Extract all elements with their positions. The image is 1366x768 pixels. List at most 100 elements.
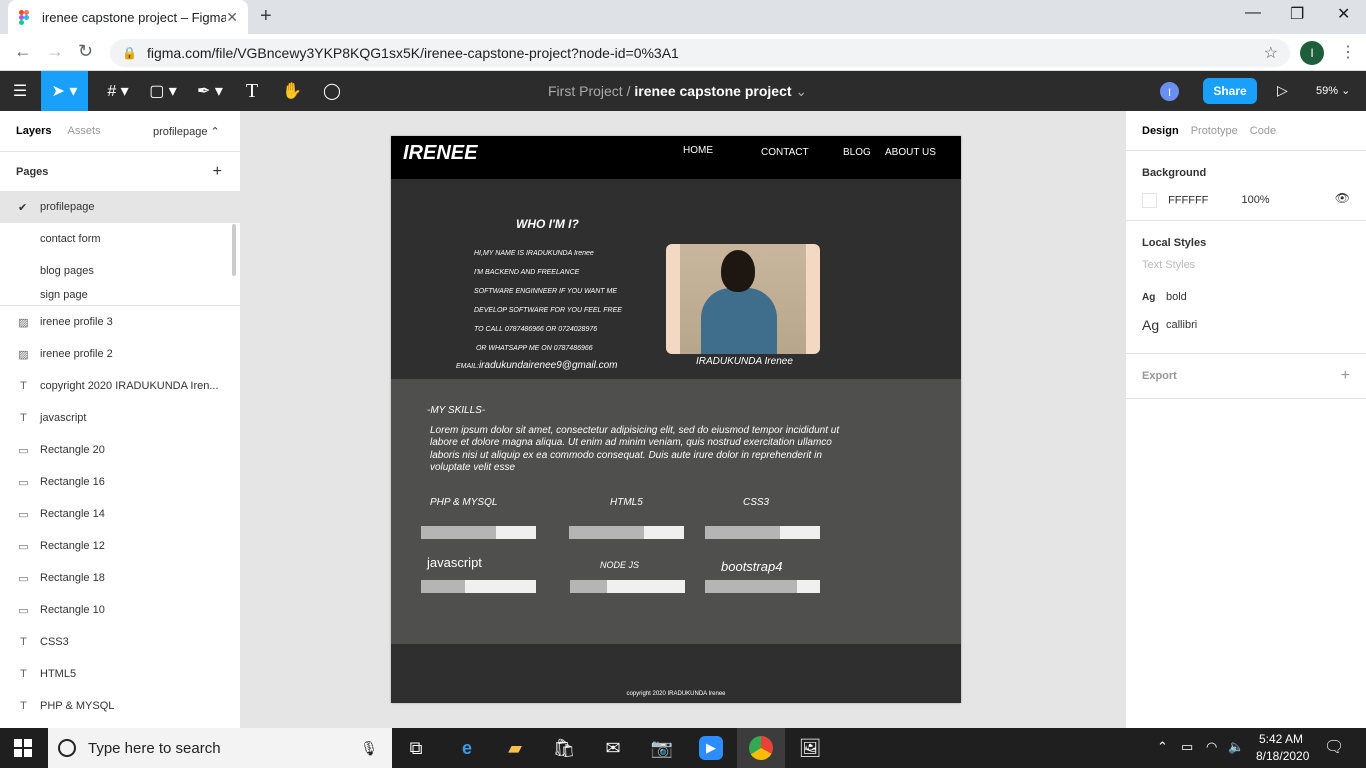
battery-icon[interactable]: ▭ bbox=[1181, 739, 1193, 755]
tab-layers[interactable]: Layers bbox=[16, 125, 51, 137]
tab-code[interactable]: Code bbox=[1250, 125, 1276, 137]
page-item-contact-form[interactable]: contact form bbox=[0, 223, 240, 255]
background-opacity[interactable]: 100% bbox=[1241, 194, 1269, 206]
browser-menu-icon[interactable]: ⋮ bbox=[1340, 42, 1356, 62]
design-frame[interactable]: IRENEE HOME CONTACT BLOG ABOUT US WHO I'… bbox=[391, 136, 961, 703]
file-explorer-icon[interactable]: ▰ bbox=[503, 736, 527, 760]
pen-tool-icon[interactable]: ✒ ▾ bbox=[192, 71, 228, 111]
style-item[interactable]: Ag callibri bbox=[1142, 317, 1350, 333]
comment-tool-icon[interactable]: ◯ bbox=[320, 71, 344, 111]
add-page-icon[interactable]: + bbox=[213, 163, 222, 181]
clock[interactable]: 5:42 AM 8/18/2020 bbox=[1256, 731, 1309, 765]
zoom-dropdown[interactable]: 59% ⌄ bbox=[1316, 84, 1350, 97]
layer-row[interactable]: ▭ Rectangle 16 bbox=[0, 466, 240, 498]
windows-taskbar: Type here to search 🎙 ⧉ e ▰ 🛍 ✉ 📷 ▶ 🖼 ⌃ … bbox=[0, 728, 1366, 768]
page-item-sign-page[interactable]: sign page bbox=[0, 287, 240, 301]
notifications-icon[interactable]: 🗨 bbox=[1324, 737, 1344, 757]
nav-contact[interactable]: CONTACT bbox=[761, 147, 809, 158]
page-selector[interactable]: profilepage ⌃ bbox=[153, 125, 220, 138]
nav-about-us[interactable]: ABOUT US bbox=[885, 147, 936, 158]
move-tool-icon[interactable]: ➤ ▾ bbox=[41, 71, 88, 111]
background-swatch[interactable] bbox=[1142, 193, 1157, 208]
back-icon[interactable]: ← bbox=[14, 41, 32, 62]
layer-row[interactable]: ▭ Rectangle 10 bbox=[0, 594, 240, 626]
pages-scrollbar[interactable] bbox=[232, 224, 236, 276]
layer-row[interactable]: ▭ Rectangle 12 bbox=[0, 530, 240, 562]
window-close-icon[interactable]: ✕ bbox=[1337, 4, 1350, 24]
hand-tool-icon[interactable]: ✋ bbox=[280, 71, 304, 111]
bookmark-star-icon[interactable]: ☆ bbox=[1264, 43, 1278, 63]
skill-bar-fill bbox=[421, 580, 465, 593]
site-footer[interactable]: copyright 2020 IRADUKUNDA Irenee bbox=[391, 644, 961, 703]
shape-tool-icon[interactable]: ▢ ▾ bbox=[144, 71, 182, 111]
task-view-icon[interactable]: ⧉ bbox=[404, 736, 428, 760]
photos-icon[interactable]: 🖼 bbox=[798, 736, 822, 760]
minimize-icon[interactable]: — bbox=[1245, 4, 1261, 22]
layer-row[interactable]: T HTML5 bbox=[0, 658, 240, 690]
layer-row[interactable]: Tcopyright 2020 IRADUKUNDA Iren... bbox=[0, 370, 240, 402]
url-field[interactable]: 🔒 figma.com/file/VGBncewy3YKP8KQG1sx5K/i… bbox=[110, 39, 1290, 67]
layer-row[interactable]: ▨ irenee profile 2 bbox=[0, 338, 240, 370]
profile-photo[interactable] bbox=[666, 244, 820, 354]
main-menu-icon[interactable]: ☰ bbox=[8, 71, 32, 111]
page-item-blog-pages[interactable]: blog pages bbox=[0, 255, 240, 287]
text-tool-icon[interactable]: T bbox=[240, 71, 264, 111]
browser-tab[interactable]: irenee capstone project – Figma ✕ bbox=[8, 0, 248, 34]
add-export-icon[interactable]: + bbox=[1341, 368, 1350, 384]
image-icon: ▨ bbox=[18, 316, 29, 329]
skill-bar[interactable] bbox=[570, 580, 685, 593]
mail-icon[interactable]: ✉ bbox=[601, 736, 625, 760]
nav-blog[interactable]: BLOG bbox=[843, 147, 871, 158]
skill-bar[interactable] bbox=[421, 580, 536, 593]
forward-icon[interactable]: → bbox=[46, 41, 64, 62]
windows-start-icon[interactable] bbox=[14, 739, 32, 757]
microphone-icon[interactable]: 🎙 bbox=[360, 740, 378, 757]
canvas[interactable]: IRENEE HOME CONTACT BLOG ABOUT US WHO I'… bbox=[241, 111, 1125, 728]
page-item-profilepage[interactable]: ✔ profilepage bbox=[0, 191, 240, 223]
tab-assets[interactable]: Assets bbox=[67, 125, 100, 137]
store-icon[interactable]: 🛍 bbox=[552, 736, 576, 760]
zoom-app-icon[interactable]: ▶ bbox=[699, 736, 723, 760]
frame-tool-icon[interactable]: # ▾ bbox=[100, 71, 136, 111]
layer-row[interactable]: ▭ Rectangle 18 bbox=[0, 562, 240, 594]
edge-icon[interactable]: e bbox=[455, 736, 479, 760]
rectangle-icon: ▭ bbox=[18, 476, 29, 489]
layer-row[interactable]: ▭ Rectangle 20 bbox=[0, 434, 240, 466]
skill-bar[interactable] bbox=[705, 526, 820, 539]
file-name[interactable]: irenee capstone project bbox=[634, 83, 791, 99]
restore-icon[interactable]: ❐ bbox=[1290, 4, 1304, 24]
project-name[interactable]: First Project bbox=[548, 83, 623, 99]
share-button[interactable]: Share bbox=[1203, 78, 1257, 104]
rectangle-icon: ▭ bbox=[18, 604, 29, 617]
chrome-icon[interactable] bbox=[749, 736, 773, 760]
tab-design[interactable]: Design bbox=[1142, 125, 1179, 137]
camera-icon[interactable]: 📷 bbox=[650, 736, 674, 760]
site-navbar[interactable]: IRENEE HOME CONTACT BLOG ABOUT US bbox=[391, 136, 961, 179]
nav-home[interactable]: HOME bbox=[683, 145, 713, 156]
skills-section[interactable]: -MY SKILLS- Lorem ipsum dolor sit amet, … bbox=[391, 379, 961, 644]
style-item[interactable]: Ag bold bbox=[1142, 291, 1350, 303]
reload-icon[interactable]: ↻ bbox=[78, 41, 93, 62]
skill-bar[interactable] bbox=[569, 526, 684, 539]
new-tab-icon[interactable]: + bbox=[260, 5, 272, 28]
present-play-icon[interactable]: ▷ bbox=[1277, 82, 1288, 99]
taskbar-search[interactable]: Type here to search 🎙 bbox=[48, 728, 392, 768]
volume-icon[interactable]: 🔈 bbox=[1228, 739, 1244, 755]
avatar[interactable]: I bbox=[1158, 80, 1181, 103]
skill-bar[interactable] bbox=[705, 580, 820, 593]
layer-row[interactable]: ▨ irenee profile 3 bbox=[0, 306, 240, 338]
background-hex[interactable]: FFFFFF bbox=[1168, 194, 1208, 206]
tab-close-icon[interactable]: ✕ bbox=[226, 9, 238, 26]
browser-profile-avatar[interactable]: I bbox=[1300, 41, 1324, 65]
chevron-down-icon[interactable]: ⌄ bbox=[795, 83, 807, 99]
tray-chevron-icon[interactable]: ⌃ bbox=[1157, 739, 1168, 755]
layer-row[interactable]: ▭ Rectangle 14 bbox=[0, 498, 240, 530]
eye-icon[interactable]: 👁 bbox=[1335, 191, 1350, 205]
layer-row[interactable]: T CSS3 bbox=[0, 626, 240, 658]
layer-row[interactable]: Tjavascript bbox=[0, 402, 240, 434]
properties-panel: Design Prototype Code Background FFFFFF … bbox=[1125, 111, 1366, 728]
wifi-icon[interactable]: ◠ bbox=[1206, 739, 1217, 755]
skill-bar[interactable] bbox=[421, 526, 536, 539]
layer-row[interactable]: T PHP & MYSQL bbox=[0, 690, 240, 722]
tab-prototype[interactable]: Prototype bbox=[1191, 125, 1238, 137]
